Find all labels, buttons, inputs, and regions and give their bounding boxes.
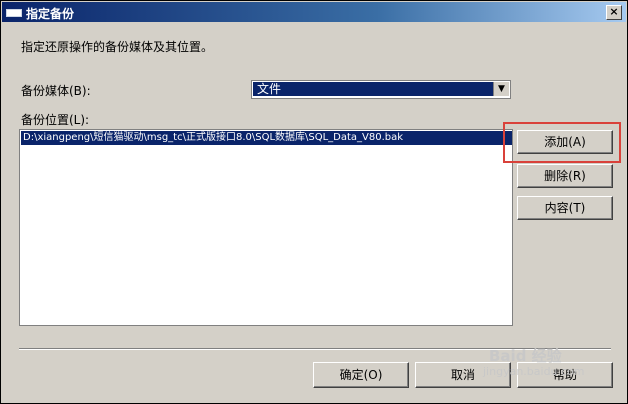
watermark-url: jingyan.baidu.com <box>483 365 585 378</box>
dialog-description: 指定还原操作的备份媒体及其位置。 <box>21 40 214 54</box>
ok-button[interactable]: 确定(O) <box>313 362 409 388</box>
backup-media-select[interactable]: 文件 ▼ <box>251 80 511 99</box>
window-title: 指定备份 <box>26 7 75 21</box>
watermark-brand: Baid 经验 <box>489 347 562 365</box>
window-icon <box>6 9 22 17</box>
title-bar: 指定备份 × <box>2 2 626 22</box>
backup-location-label: 备份位置(L): <box>21 113 90 127</box>
backup-media-label: 备份媒体(B): <box>21 84 91 98</box>
backup-media-value: 文件 <box>253 82 495 96</box>
remove-button[interactable]: 删除(R) <box>517 164 613 188</box>
dialog-window: 指定备份 × 指定还原操作的备份媒体及其位置。 备份媒体(B): 文件 ▼ 备份… <box>0 0 628 404</box>
contents-button[interactable]: 内容(T) <box>517 196 613 220</box>
add-button[interactable]: 添加(A) <box>517 130 613 154</box>
backup-location-list[interactable]: D:\xiangpeng\短信猫驱动\msg_tc\正式版接口8.0\SQL数据… <box>19 129 513 326</box>
close-button[interactable]: × <box>606 5 622 20</box>
list-item[interactable]: D:\xiangpeng\短信猫驱动\msg_tc\正式版接口8.0\SQL数据… <box>21 131 512 145</box>
chevron-down-icon[interactable]: ▼ <box>493 82 509 96</box>
